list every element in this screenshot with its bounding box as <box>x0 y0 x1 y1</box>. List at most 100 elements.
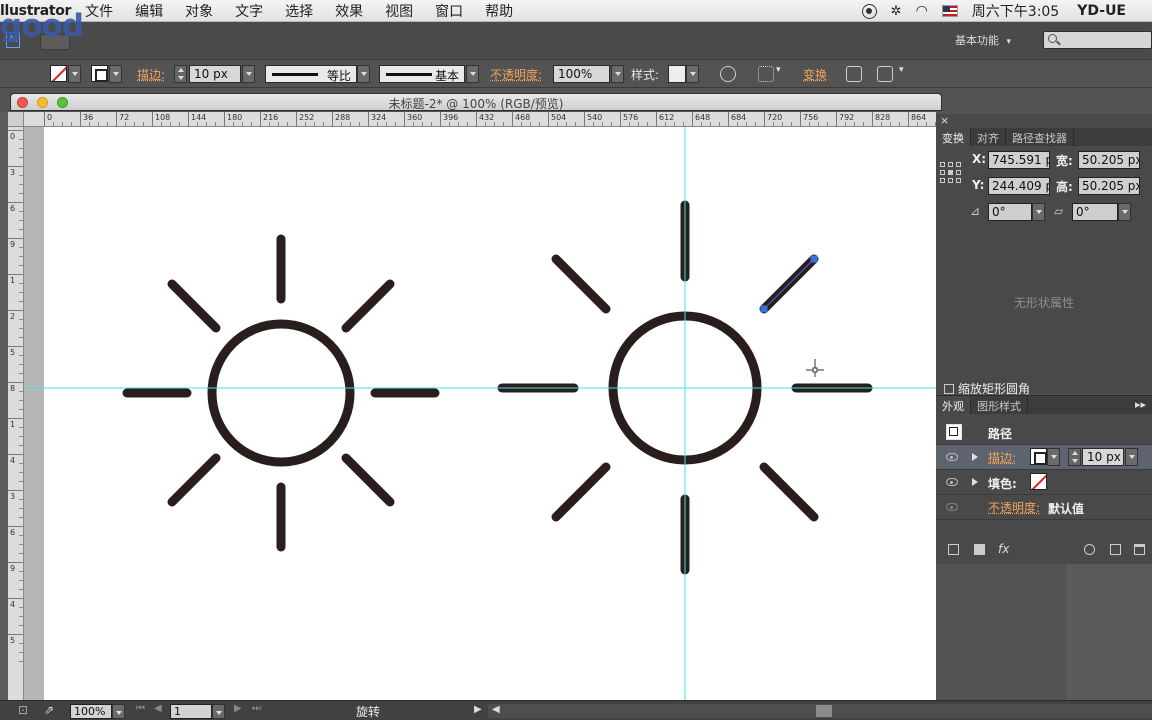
menu-help[interactable]: 帮助 <box>485 1 513 21</box>
profile-dropdown[interactable] <box>357 65 370 83</box>
menu-type[interactable]: 文字 <box>235 1 263 21</box>
menu-object[interactable]: 对象 <box>185 1 213 21</box>
menu-window[interactable]: 窗口 <box>435 1 463 21</box>
style-dropdown[interactable] <box>686 65 699 83</box>
appearance-stroke-dropdown[interactable] <box>1125 448 1138 466</box>
vertical-ruler[interactable]: 036912581436945 <box>8 112 24 700</box>
bluetooth-icon[interactable]: ✲ <box>891 4 902 19</box>
recolor-icon[interactable] <box>720 66 736 82</box>
input-flag-icon[interactable] <box>941 5 958 17</box>
appearance-stroke-row[interactable]: 描边: 10 px <box>936 445 1152 470</box>
stroke-weight-dropdown[interactable] <box>242 65 255 83</box>
opacity-field[interactable]: 100% <box>553 65 610 83</box>
first-artboard-button[interactable]: ⏮ <box>136 703 145 714</box>
appearance-opacity-row[interactable]: 不透明度: 默认值 <box>936 495 1152 520</box>
duplicate-item-icon[interactable] <box>1110 544 1121 555</box>
add-fill-icon[interactable] <box>974 544 985 555</box>
appearance-opacity-link[interactable]: 不透明度: <box>988 499 1040 516</box>
y-field[interactable]: 244.409 px <box>988 177 1050 195</box>
menu-user[interactable]: YD-UE <box>1077 3 1126 19</box>
fill-swatch[interactable] <box>50 65 67 82</box>
opacity-panel-link[interactable]: 不透明度: <box>490 66 542 83</box>
artboard-dropdown[interactable] <box>212 704 225 719</box>
stroke-visibility-icon[interactable] <box>946 453 958 461</box>
tab-appearance[interactable]: 外观 <box>936 396 971 414</box>
fill-dropdown[interactable] <box>68 65 81 83</box>
isolate-icon[interactable] <box>846 66 862 82</box>
clear-appearance-icon[interactable] <box>1084 544 1095 555</box>
artboard[interactable] <box>44 127 936 700</box>
scroll-left-icon[interactable]: ◀ <box>492 704 500 715</box>
panel-close-button[interactable]: × <box>940 114 949 127</box>
prev-artboard-button[interactable]: ◀ <box>154 703 162 714</box>
workspace-switcher[interactable]: 基本功能 ▾ <box>955 32 1011 48</box>
opacity-visibility-icon[interactable] <box>946 503 958 511</box>
graphic-style-swatch[interactable] <box>668 65 686 83</box>
fill-expand-icon[interactable] <box>972 478 978 486</box>
height-field[interactable]: 50.205 px <box>1078 177 1140 195</box>
variable-width-profile[interactable]: 等比 <box>265 65 357 83</box>
opacity-dropdown[interactable] <box>611 65 624 83</box>
artboard-nav-icon[interactable]: ⊡ <box>18 703 28 717</box>
wifi-icon[interactable]: ◠ <box>916 3 928 19</box>
rotate-field[interactable]: 0° <box>988 203 1032 221</box>
panel-flyout-icon[interactable]: ▸▸ <box>1135 398 1146 411</box>
menu-clock[interactable]: 周六下午3:05 <box>972 1 1059 21</box>
brush-definition[interactable]: 基本 <box>379 65 465 83</box>
appearance-stroke-stepper[interactable] <box>1068 448 1081 466</box>
zoom-field[interactable]: 100% <box>70 704 112 719</box>
stroke-options-link[interactable]: 描边: <box>988 449 1016 466</box>
tab-graphic-styles[interactable]: 图形样式 <box>971 396 1028 414</box>
fx-icon[interactable]: fx <box>998 542 1009 556</box>
horizontal-scrollbar[interactable]: ◀ <box>488 704 1152 718</box>
reference-point-icon[interactable] <box>940 162 962 184</box>
tab-pathfinder[interactable]: 路径查找器 <box>1006 128 1074 146</box>
stroke-panel-link[interactable]: 描边: <box>137 66 165 83</box>
appearance-object-row[interactable]: 路径 <box>936 420 1152 445</box>
last-artboard-button[interactable]: ⏭ <box>252 703 261 714</box>
panel-menu-icon[interactable] <box>877 66 893 82</box>
tab-transform[interactable]: 变换 <box>936 128 971 146</box>
stroke-color-swatch[interactable] <box>1030 448 1047 465</box>
shear-dropdown[interactable] <box>1118 203 1131 221</box>
menu-effect[interactable]: 效果 <box>335 1 363 21</box>
stroke-weight-field[interactable]: 10 px <box>189 65 241 83</box>
menu-file[interactable]: 文件 <box>85 1 113 21</box>
add-stroke-icon[interactable] <box>948 544 959 555</box>
horizontal-ruler[interactable]: 0 36 72 108 144 180 216 252 288 324 360 396 432 468 50… <box>24 112 936 127</box>
delete-item-icon[interactable] <box>1134 544 1145 555</box>
status-menu-arrow[interactable]: ▶ <box>474 704 482 715</box>
stroke-expand-icon[interactable] <box>972 453 978 461</box>
fill-visibility-icon[interactable] <box>946 478 958 486</box>
tab-align[interactable]: 对齐 <box>971 128 1006 146</box>
menu-edit[interactable]: 编辑 <box>135 1 163 21</box>
width-field[interactable]: 50.205 px <box>1078 151 1140 169</box>
share-icon[interactable]: ⇗ <box>44 703 54 717</box>
artboard-number-field[interactable]: 1 <box>170 704 212 719</box>
ruler-h-label: 540 <box>587 113 603 122</box>
rotate-dropdown[interactable] <box>1032 203 1045 221</box>
record-icon[interactable] <box>861 3 877 19</box>
fill-color-swatch[interactable] <box>1030 473 1047 490</box>
menu-view[interactable]: 视图 <box>385 1 413 21</box>
transform-panel-link[interactable]: 变换 <box>803 66 827 83</box>
appearance-fill-row[interactable]: 填色: <box>936 470 1152 495</box>
artwork[interactable] <box>44 127 936 700</box>
next-artboard-button[interactable]: ▶ <box>234 703 242 714</box>
stroke-weight-stepper[interactable] <box>174 65 187 83</box>
x-field[interactable]: 745.591 px <box>988 151 1050 169</box>
ruler-v-tick <box>8 598 23 599</box>
scroll-thumb[interactable] <box>816 705 832 717</box>
align-options-icon[interactable] <box>758 66 774 82</box>
brush-dropdown[interactable] <box>466 65 479 83</box>
menu-select[interactable]: 选择 <box>285 1 313 21</box>
stroke-swatch[interactable] <box>91 65 108 82</box>
stroke-color-dropdown[interactable] <box>1047 448 1060 466</box>
help-search-input[interactable] <box>1043 31 1152 49</box>
ruler-origin[interactable] <box>8 112 24 127</box>
ruler-v-tick <box>8 346 23 347</box>
appearance-stroke-weight[interactable]: 10 px <box>1082 448 1124 466</box>
stroke-dropdown[interactable] <box>109 65 122 83</box>
shear-field[interactable]: 0° <box>1072 203 1118 221</box>
zoom-dropdown[interactable] <box>112 704 125 719</box>
